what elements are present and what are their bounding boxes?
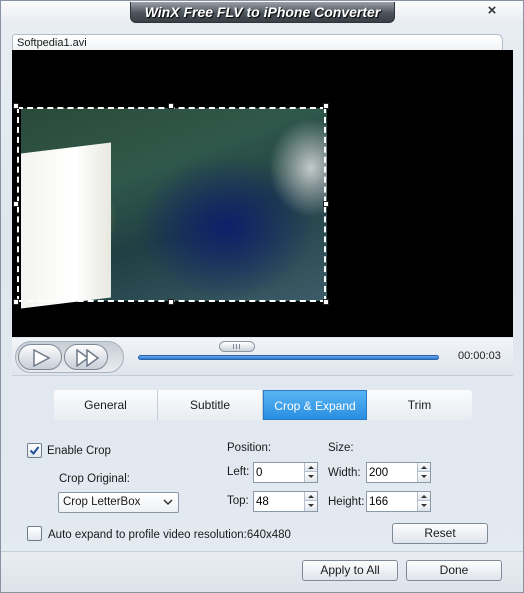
width-input[interactable]: [369, 465, 417, 480]
window-title: WinX Free FLV to iPhone Converter: [130, 2, 395, 23]
left-decrement-button[interactable]: [305, 473, 317, 482]
top-spinner: [253, 491, 318, 512]
width-label: Width:: [328, 467, 361, 479]
progress-slider-handle[interactable]: [219, 341, 256, 352]
auto-expand-label: Auto expand to profile video resolution:…: [48, 529, 291, 541]
left-increment-button[interactable]: [305, 463, 317, 472]
play-icon: [33, 349, 51, 367]
height-decrement-button[interactable]: [418, 502, 430, 511]
play-button[interactable]: [18, 344, 62, 370]
progress-slider[interactable]: [138, 355, 439, 360]
fast-forward-icon: [76, 349, 100, 367]
enable-crop-checkbox[interactable]: [27, 443, 42, 458]
position-label: Position:: [227, 442, 272, 454]
checkmark-icon: [29, 446, 40, 456]
width-spinner: [366, 462, 431, 483]
height-spinner: [366, 491, 431, 512]
playback-time: 00:00:03: [458, 350, 501, 362]
tab-crop-expand[interactable]: Crop & Expand: [263, 390, 367, 420]
crop-handle-top-middle[interactable]: [168, 103, 174, 109]
crop-original-dropdown[interactable]: Crop LetterBox: [58, 492, 179, 513]
playback-bar: 00:00:03: [12, 338, 513, 376]
height-input[interactable]: [369, 494, 417, 509]
crop-original-label: Crop Original:: [59, 473, 130, 485]
height-increment-button[interactable]: [418, 492, 430, 501]
crop-handle-bottom-left[interactable]: [13, 299, 19, 305]
settings-tabs: General Subtitle Crop & Expand Trim: [54, 390, 472, 420]
close-icon[interactable]: ×: [483, 2, 501, 20]
top-label: Top:: [227, 495, 249, 507]
auto-expand-checkbox[interactable]: [27, 526, 42, 541]
crop-original-value: Crop LetterBox: [63, 496, 141, 508]
tab-trim[interactable]: Trim: [367, 390, 472, 420]
chevron-down-icon: [163, 499, 173, 506]
top-increment-button[interactable]: [305, 492, 317, 501]
crop-handle-middle-right[interactable]: [323, 201, 329, 207]
tab-subtitle[interactable]: Subtitle: [158, 390, 263, 420]
fast-forward-button[interactable]: [64, 344, 108, 370]
crop-handle-bottom-middle[interactable]: [168, 299, 174, 305]
left-spinner: [253, 462, 318, 483]
width-increment-button[interactable]: [418, 463, 430, 472]
crop-handle-middle-left[interactable]: [13, 201, 19, 207]
crop-handle-bottom-right[interactable]: [323, 299, 329, 305]
apply-to-all-button[interactable]: Apply to All: [302, 560, 398, 581]
width-decrement-button[interactable]: [418, 473, 430, 482]
crop-handle-top-right[interactable]: [323, 103, 329, 109]
converter-window: WinX Free FLV to iPhone Converter × Soft…: [0, 0, 524, 593]
left-input[interactable]: [256, 465, 304, 480]
enable-crop-label: Enable Crop: [47, 445, 111, 457]
top-decrement-button[interactable]: [305, 502, 317, 511]
crop-rectangle[interactable]: [17, 107, 326, 302]
done-button[interactable]: Done: [406, 560, 502, 581]
file-tab[interactable]: Softpedia1.avi: [12, 34, 503, 51]
dialog-footer: Apply to All Done: [1, 551, 523, 592]
tab-general[interactable]: General: [54, 390, 158, 420]
playback-buttons: [15, 341, 124, 373]
size-label: Size:: [328, 442, 354, 454]
video-preview: [12, 50, 513, 337]
left-label: Left:: [227, 466, 250, 478]
crop-handle-top-left[interactable]: [13, 103, 19, 109]
reset-button[interactable]: Reset: [392, 523, 488, 544]
height-label: Height:: [328, 496, 365, 508]
top-input[interactable]: [256, 494, 304, 509]
title-bar: WinX Free FLV to iPhone Converter ×: [1, 1, 523, 25]
